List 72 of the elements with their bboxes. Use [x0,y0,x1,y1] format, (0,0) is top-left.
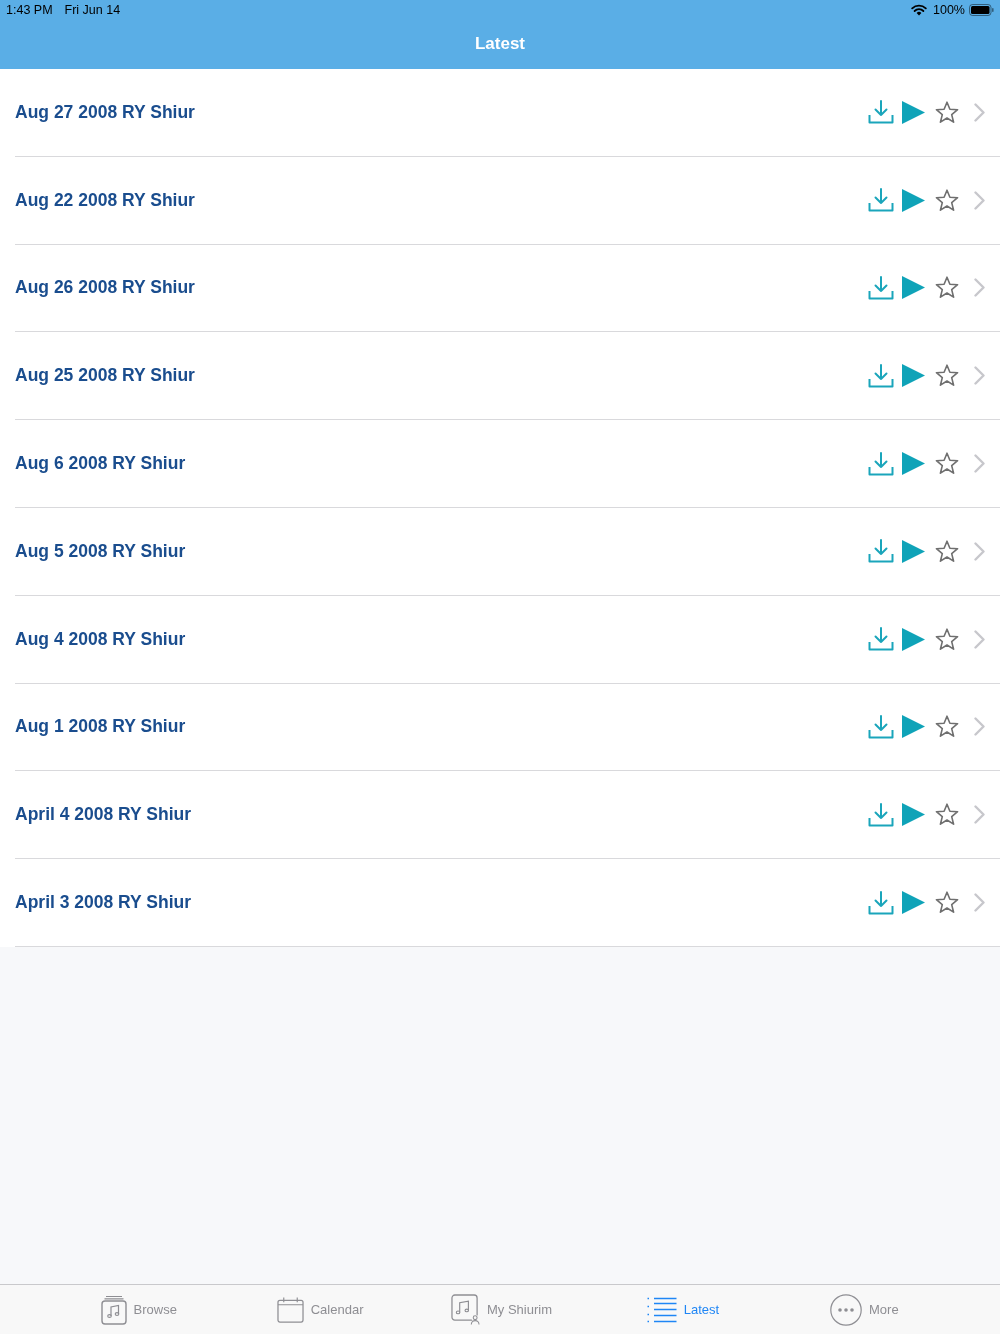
chevron-icon [974,102,985,122]
row-title: Aug 6 2008 RY Shiur [15,453,186,475]
star-icon[interactable] [935,276,959,300]
chevron-icon [974,190,985,210]
star-icon[interactable] [935,539,959,563]
chevron-icon [974,629,985,649]
row-title: Aug 25 2008 RY Shiur [15,365,195,387]
star-icon[interactable] [935,715,959,739]
music-user-icon [451,1294,480,1325]
chevron-icon [974,454,985,474]
download-icon[interactable] [868,627,894,652]
list-row[interactable]: April 3 2008 RY Shiur [0,859,1000,947]
battery-percent: 100% [933,3,965,17]
row-title: Aug 5 2008 RY Shiur [15,540,186,562]
download-icon[interactable] [868,100,894,125]
play-icon[interactable] [902,276,925,300]
list-row[interactable]: Aug 4 2008 RY Shiur [0,595,1000,684]
list-row[interactable]: Aug 22 2008 RY Shiur [0,156,1000,245]
download-icon[interactable] [868,714,894,739]
star-icon[interactable] [935,627,959,651]
nav-title: Latest [474,33,526,54]
download-icon[interactable] [868,188,894,213]
row-title: April 4 2008 RY Shiur [15,804,192,826]
play-icon[interactable] [902,539,925,563]
chevron-icon [974,541,985,561]
row-title: Aug 1 2008 RY Shiur [15,716,186,738]
play-icon[interactable] [902,364,925,388]
status-date: Fri Jun 14 [64,3,121,17]
list-row[interactable]: Aug 6 2008 RY Shiur [0,420,1000,508]
play-icon[interactable] [902,188,925,212]
list-row[interactable]: Aug 1 2008 RY Shiur [0,683,1000,772]
row-title: Aug 26 2008 RY Shiur [15,277,195,299]
star-icon[interactable] [935,803,959,827]
chevron-icon [974,717,985,737]
star-icon[interactable] [935,452,959,476]
download-icon[interactable] [868,363,894,388]
list-row[interactable]: April 4 2008 RY Shiur [0,771,1000,860]
status-time: 1:43 PM [6,3,53,17]
calendar-icon [276,1296,304,1323]
list-row[interactable]: Aug 25 2008 RY Shiur [0,332,1000,421]
chevron-icon [974,366,985,386]
list-row[interactable]: Aug 26 2008 RY Shiur [0,244,1000,333]
star-icon[interactable] [935,891,959,915]
battery-icon [969,4,994,16]
download-icon[interactable] [868,539,894,564]
tab-button[interactable]: Latest [592,1285,774,1334]
download-icon[interactable] [868,890,894,915]
chevron-icon [974,278,985,298]
star-icon[interactable] [935,364,959,388]
list-row[interactable]: Aug 27 2008 RY Shiur [0,69,1000,157]
row-title: April 3 2008 RY Shiur [15,892,192,914]
star-icon[interactable] [935,100,959,124]
music-folder-icon [100,1294,127,1325]
play-icon[interactable] [902,891,925,915]
more-icon [830,1293,862,1326]
play-icon[interactable] [902,627,925,651]
row-title: Aug 4 2008 RY Shiur [15,628,186,650]
list-row[interactable]: Aug 5 2008 RY Shiur [0,508,1000,596]
chevron-icon [974,893,985,913]
row-title: Aug 27 2008 RY Shiur [15,101,195,123]
star-icon[interactable] [935,188,959,212]
play-icon[interactable] [902,715,925,739]
play-icon[interactable] [902,803,925,827]
play-icon[interactable] [902,452,925,476]
row-title: Aug 22 2008 RY Shiur [15,189,195,211]
download-icon[interactable] [868,276,894,300]
download-icon[interactable] [868,451,894,476]
list-icon [646,1296,677,1323]
chevron-icon [974,805,985,825]
download-icon[interactable] [868,802,894,827]
wifi-icon [911,4,927,16]
play-icon[interactable] [902,100,925,124]
